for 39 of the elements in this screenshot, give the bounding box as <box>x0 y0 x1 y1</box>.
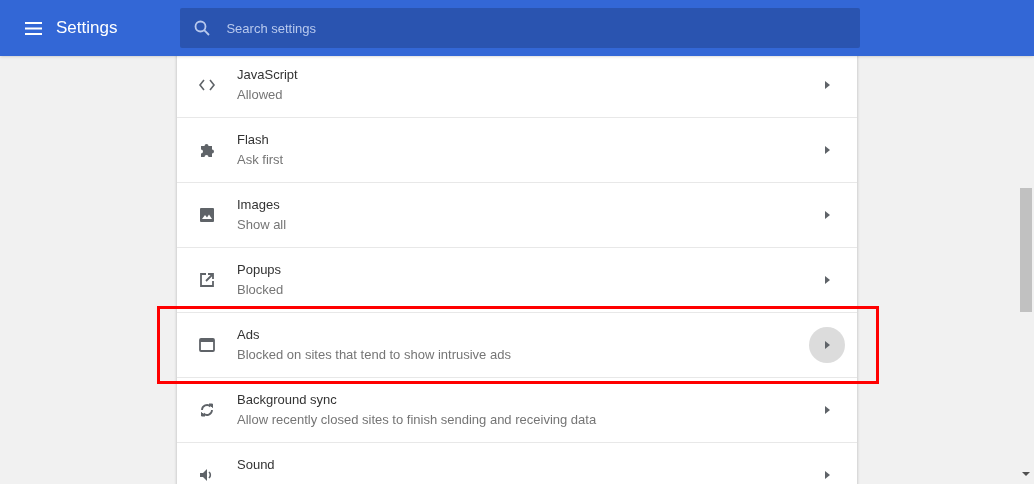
row-title: Images <box>237 196 281 214</box>
settings-row[interactable]: Flash Ask first <box>177 117 857 182</box>
row-subtitle: Show all <box>237 216 288 234</box>
window-icon <box>198 336 216 354</box>
arrow-button[interactable] <box>809 327 845 363</box>
external-link-icon <box>198 271 216 289</box>
caret-icon <box>824 146 830 154</box>
row-subtitle: Blocked on sites that tend to show intrusive ads <box>237 346 512 364</box>
caret-icon <box>824 276 830 284</box>
scrollbar-thumb[interactable] <box>1020 188 1032 312</box>
row-subtitle: Allow recently closed sites to finish sending and receiving data <box>237 411 598 429</box>
image-icon <box>198 206 216 224</box>
search-field[interactable]: Search settings <box>180 8 861 48</box>
settings-row[interactable]: Popups Blocked <box>177 247 857 312</box>
row-title: Flash <box>237 131 270 149</box>
row-subtitle: Ask first <box>237 151 285 169</box>
settings-row[interactable]: Background sync Allow recently closed sites to finish sending and receiving data <box>177 377 857 442</box>
row-title: JavaScript <box>237 65 299 84</box>
search-icon <box>194 20 211 36</box>
row-title: Sound <box>237 456 276 474</box>
sync-icon <box>198 401 216 419</box>
caret-icon <box>824 406 830 414</box>
caret-icon <box>824 341 830 349</box>
row-title: Background sync <box>237 391 338 409</box>
scroll-down-icon[interactable] <box>1022 472 1030 476</box>
settings-row[interactable]: Images Show all <box>177 182 857 247</box>
puzzle-icon <box>198 141 216 159</box>
row-subtitle: Blocked <box>237 281 285 299</box>
settings-row[interactable]: Sound <box>177 442 857 484</box>
caret-icon <box>824 471 830 479</box>
caret-icon <box>824 211 830 219</box>
caret-icon <box>824 80 830 89</box>
menu-icon[interactable] <box>25 21 42 35</box>
row-subtitle: Allowed <box>237 85 284 104</box>
row-title: Ads <box>237 326 261 344</box>
page-title: Settings <box>56 17 118 40</box>
settings-row[interactable]: Ads Blocked on sites that tend to show intrusive ads <box>177 312 857 377</box>
settings-row[interactable]: JavaScript Allowed <box>177 56 857 117</box>
row-title: Popups <box>237 261 283 279</box>
